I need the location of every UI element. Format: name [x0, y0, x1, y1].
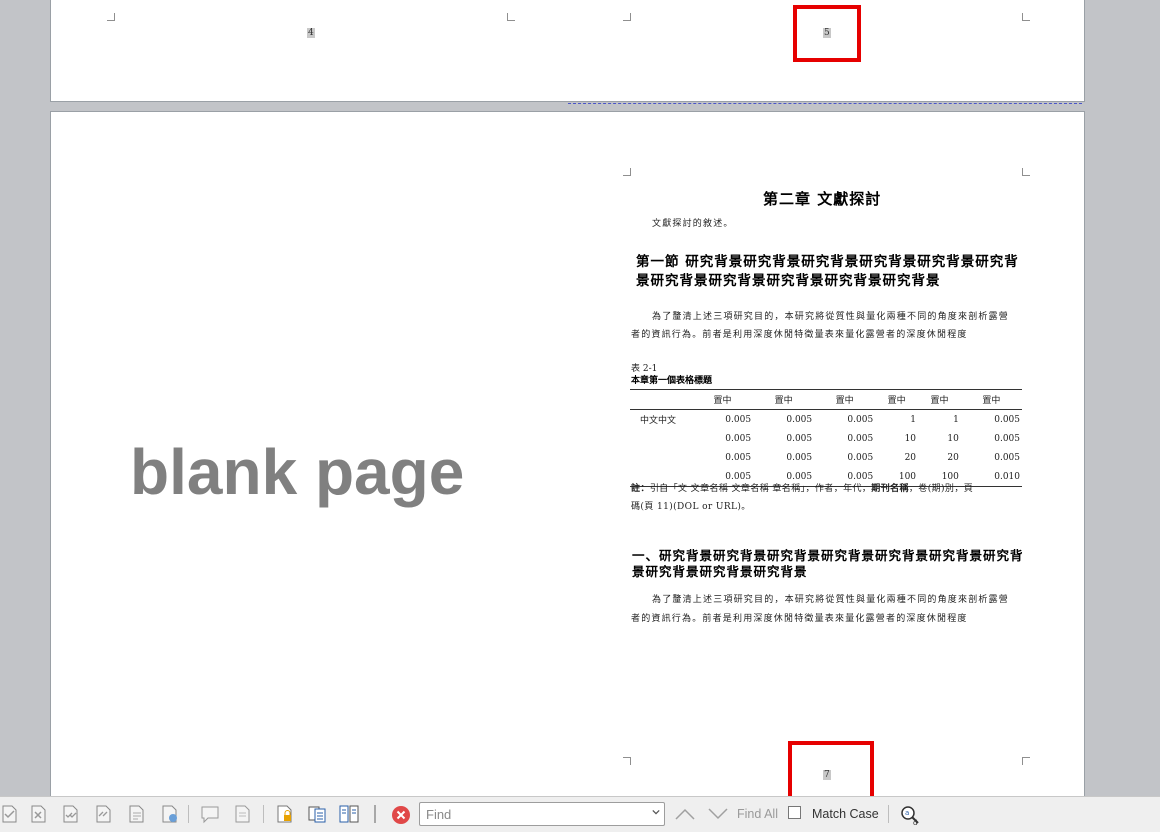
intro-text[interactable]: 文獻探討的敘述。: [652, 215, 734, 233]
find-and-replace-icon[interactable]: ad: [898, 803, 922, 827]
table-cell[interactable]: 0.005: [814, 448, 875, 467]
crop-mark: [623, 757, 631, 765]
table-title[interactable]: 本章第一個表格標題: [631, 373, 712, 386]
crop-mark: [623, 13, 631, 21]
table-cell[interactable]: 0.005: [814, 429, 875, 448]
crop-mark: [1022, 13, 1030, 21]
chapter-title[interactable]: 第二章 文獻探討: [763, 188, 881, 209]
table-header: 置中: [814, 389, 876, 410]
note-text: ，卷(期)別，頁: [908, 484, 974, 494]
table-cell[interactable]: 20: [918, 448, 961, 467]
table-header: 置中: [875, 389, 919, 410]
note-text: 引自「文 文章名稱 文章名稱 章名稱」，作者，年代，: [649, 484, 872, 494]
next-change-icon[interactable]: [127, 804, 147, 824]
table-header: 置中: [753, 389, 815, 410]
svg-text:d: d: [913, 819, 917, 827]
reject-change-icon[interactable]: [29, 804, 49, 824]
crop-mark: [107, 13, 115, 21]
table-cell[interactable]: 0.005: [814, 410, 875, 430]
track-changes-icon[interactable]: [233, 804, 253, 824]
table-cell[interactable]: 1: [918, 410, 961, 430]
table-cell[interactable]: 0.005: [961, 410, 1022, 430]
accept-change-icon[interactable]: [0, 804, 20, 824]
toolbar-separator: [263, 805, 264, 823]
crop-mark: [1022, 168, 1030, 176]
accept-all-icon[interactable]: [61, 804, 81, 824]
note-text: 碼(頁 11)(DOL or URL)。: [631, 502, 751, 512]
table-cell[interactable]: 中文中文: [630, 410, 692, 430]
table-cell[interactable]: 10: [875, 429, 918, 448]
table-row: 中文中文 0.005 0.005 0.005 1 1 0.005: [630, 410, 1022, 430]
section-heading[interactable]: 第一節 研究背景研究背景研究背景研究背景研究背景研究背景研究背景研究背景研究背景…: [636, 253, 1026, 291]
match-case-label[interactable]: Match Case: [812, 807, 879, 821]
merge-document-icon[interactable]: [339, 804, 359, 824]
table-cell[interactable]: 0.005: [692, 429, 753, 448]
page-4-5-spread: [51, 0, 1084, 101]
crop-mark: [1022, 757, 1030, 765]
table-note[interactable]: 註：引自「文 文章名稱 文章名稱 章名稱」，作者，年代，期刊名稱，卷(期)別，頁…: [631, 480, 1023, 516]
find-next-icon[interactable]: [707, 806, 729, 822]
find-input-container[interactable]: [419, 802, 665, 826]
paragraph-line[interactable]: 者的資訊行為。前者是利用深度休閒特徵量表來量化露營者的深度休閒程度: [631, 326, 968, 344]
table-cell[interactable]: 1: [875, 410, 918, 430]
chevron-down-icon[interactable]: [652, 808, 660, 816]
table-cell[interactable]: 0.005: [961, 448, 1022, 467]
table-cell[interactable]: 0.005: [753, 410, 814, 430]
crop-mark: [623, 168, 631, 176]
crop-mark: [507, 13, 515, 21]
manage-changes-icon[interactable]: [160, 804, 180, 824]
table-header-row: 置中 置中 置中 置中 置中 置中: [630, 389, 1022, 410]
table-cell[interactable]: 0.005: [692, 410, 753, 430]
toolbar-separator: [374, 805, 376, 823]
subsection-heading[interactable]: 一、研究背景研究背景研究背景研究背景研究背景研究背景研究背景研究背景研究背景研究…: [632, 548, 1024, 580]
paragraph-line[interactable]: 為了釐清上述三項研究目的，本研究將從質性與量化兩種不同的角度來剖析露營: [652, 308, 1009, 326]
table-header: 置中: [692, 389, 754, 410]
toolbar-separator: [888, 805, 889, 823]
blank-page-label: blank page: [130, 436, 465, 508]
data-table[interactable]: 置中 置中 置中 置中 置中 置中 中文中文 0.005 0.005 0.005…: [630, 389, 1022, 487]
find-toolbar: Find All Match Case ad: [0, 796, 1160, 832]
toolbar-separator: [188, 805, 189, 823]
reject-all-icon[interactable]: [94, 804, 114, 824]
page-number-4: 4: [307, 28, 315, 38]
table-cell[interactable]: 20: [875, 448, 918, 467]
page-break-dashed-line: [568, 103, 1082, 104]
table-cell[interactable]: [630, 429, 692, 448]
table-header: 置中: [960, 389, 1022, 410]
table-cell[interactable]: 0.005: [753, 429, 814, 448]
compare-document-icon[interactable]: [307, 804, 327, 824]
table-cell[interactable]: 0.005: [692, 448, 753, 467]
find-previous-icon[interactable]: [674, 806, 696, 822]
table-header: 置中: [918, 389, 961, 410]
paragraph-line[interactable]: 者的資訊行為。前者是利用深度休閒特徵量表來量化露營者的深度休閒程度: [631, 610, 968, 628]
table-cell[interactable]: 0.005: [753, 448, 814, 467]
paragraph-line[interactable]: 為了釐清上述三項研究目的，本研究將從質性與量化兩種不同的角度來剖析露營: [652, 591, 1009, 609]
find-input[interactable]: [420, 803, 642, 825]
protect-document-icon[interactable]: [275, 804, 295, 824]
table-cell[interactable]: 0.005: [961, 429, 1022, 448]
table-cell[interactable]: 10: [918, 429, 961, 448]
svg-text:a: a: [905, 809, 909, 817]
match-case-checkbox[interactable]: [788, 806, 801, 819]
note-journal-name: 期刊名稱: [871, 484, 909, 494]
table-row: 0.005 0.005 0.005 10 10 0.005: [630, 429, 1022, 448]
find-all-button[interactable]: Find All: [737, 807, 778, 821]
table-header: [630, 389, 692, 410]
table-row: 0.005 0.005 0.005 20 20 0.005: [630, 448, 1022, 467]
comment-icon[interactable]: [200, 804, 220, 824]
highlight-page-number-5: [793, 5, 861, 62]
close-find-bar-icon[interactable]: [391, 805, 411, 825]
table-cell[interactable]: [630, 448, 692, 467]
note-prefix: 註：: [631, 484, 650, 494]
